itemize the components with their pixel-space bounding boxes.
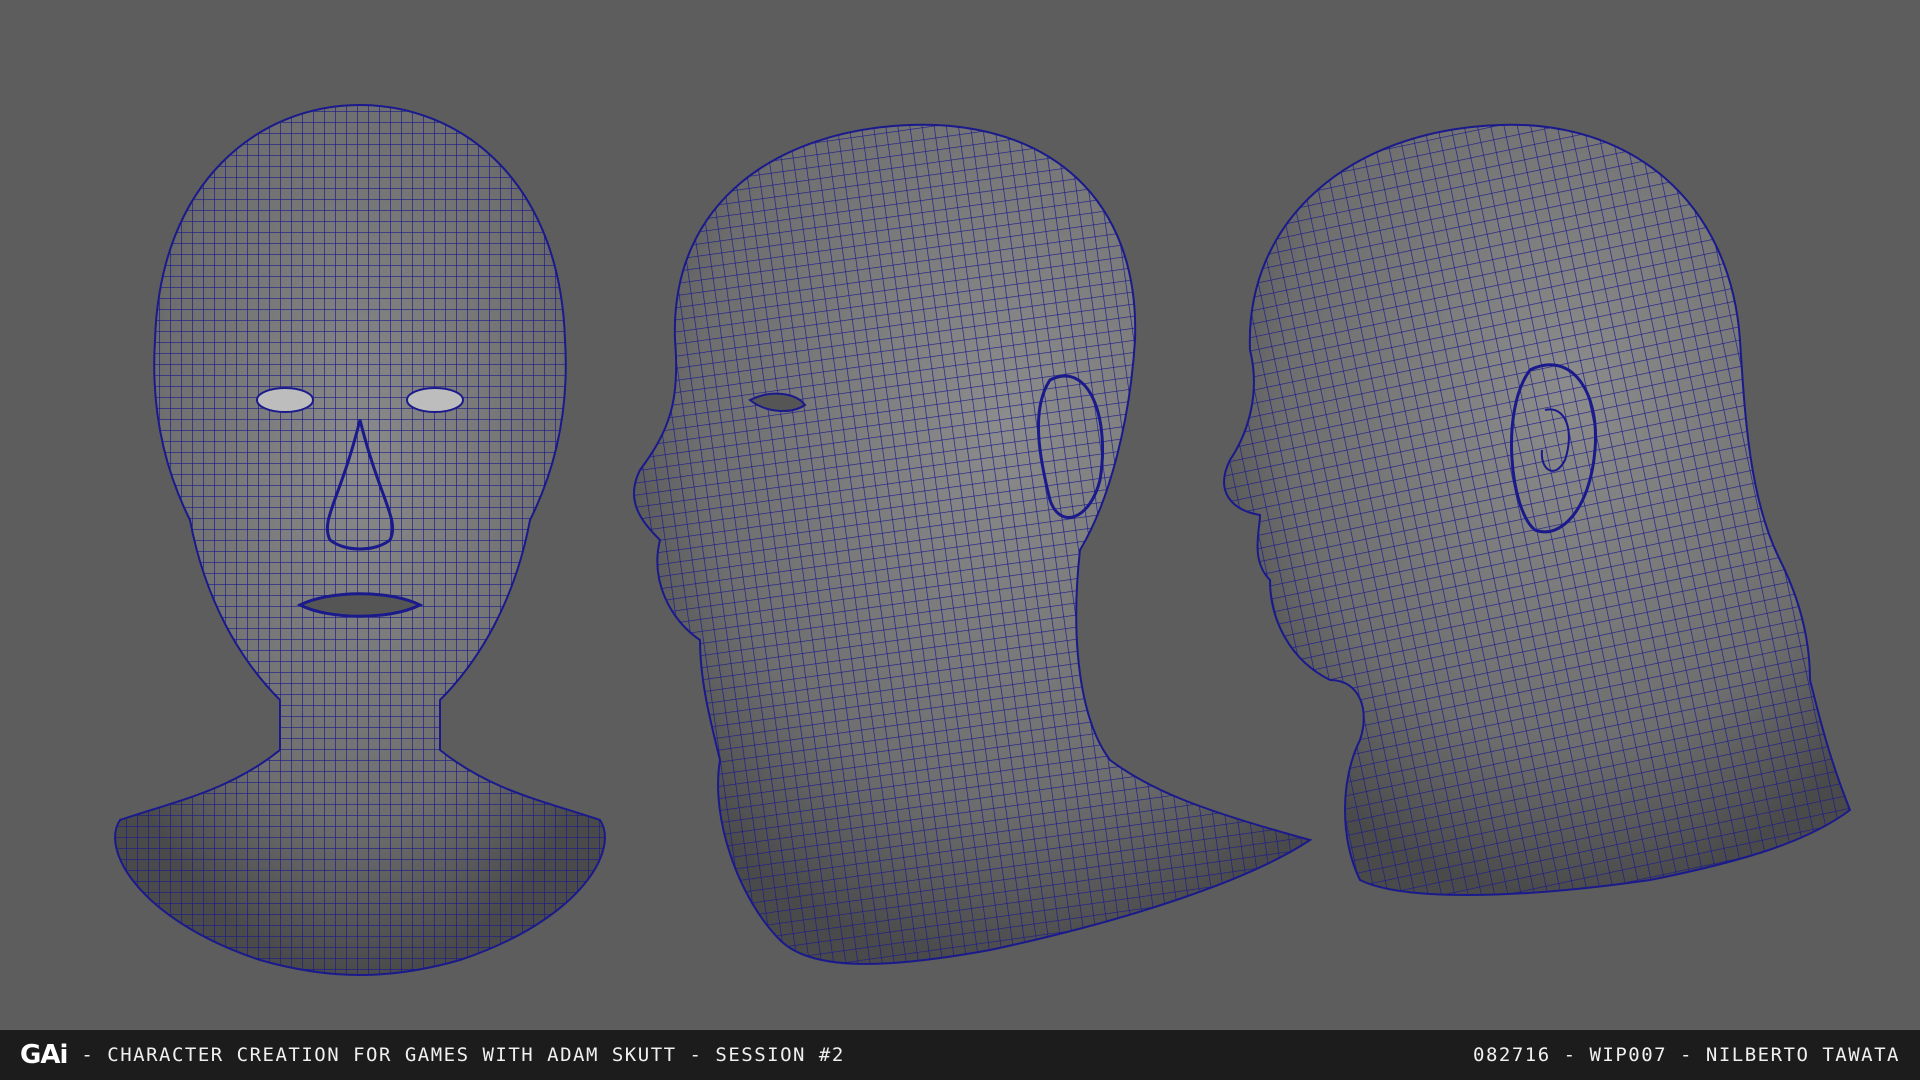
head-model-side-view[interactable] (1210, 120, 1860, 980)
gai-logo: GAi (20, 1040, 68, 1070)
session-title: - CHARACTER CREATION FOR GAMES WITH ADAM… (81, 1044, 845, 1066)
head-model-front-view[interactable] (60, 100, 660, 980)
3d-viewport[interactable] (0, 0, 1920, 1030)
footer-left: GAi - CHARACTER CREATION FOR GAMES WITH … (20, 1040, 845, 1070)
head-model-three-quarter-view[interactable] (630, 120, 1313, 980)
footer-bar: GAi - CHARACTER CREATION FOR GAMES WITH … (0, 1030, 1920, 1080)
credit-text: 082716 - WIP007 - NILBERTO TAWATA (1473, 1044, 1900, 1066)
